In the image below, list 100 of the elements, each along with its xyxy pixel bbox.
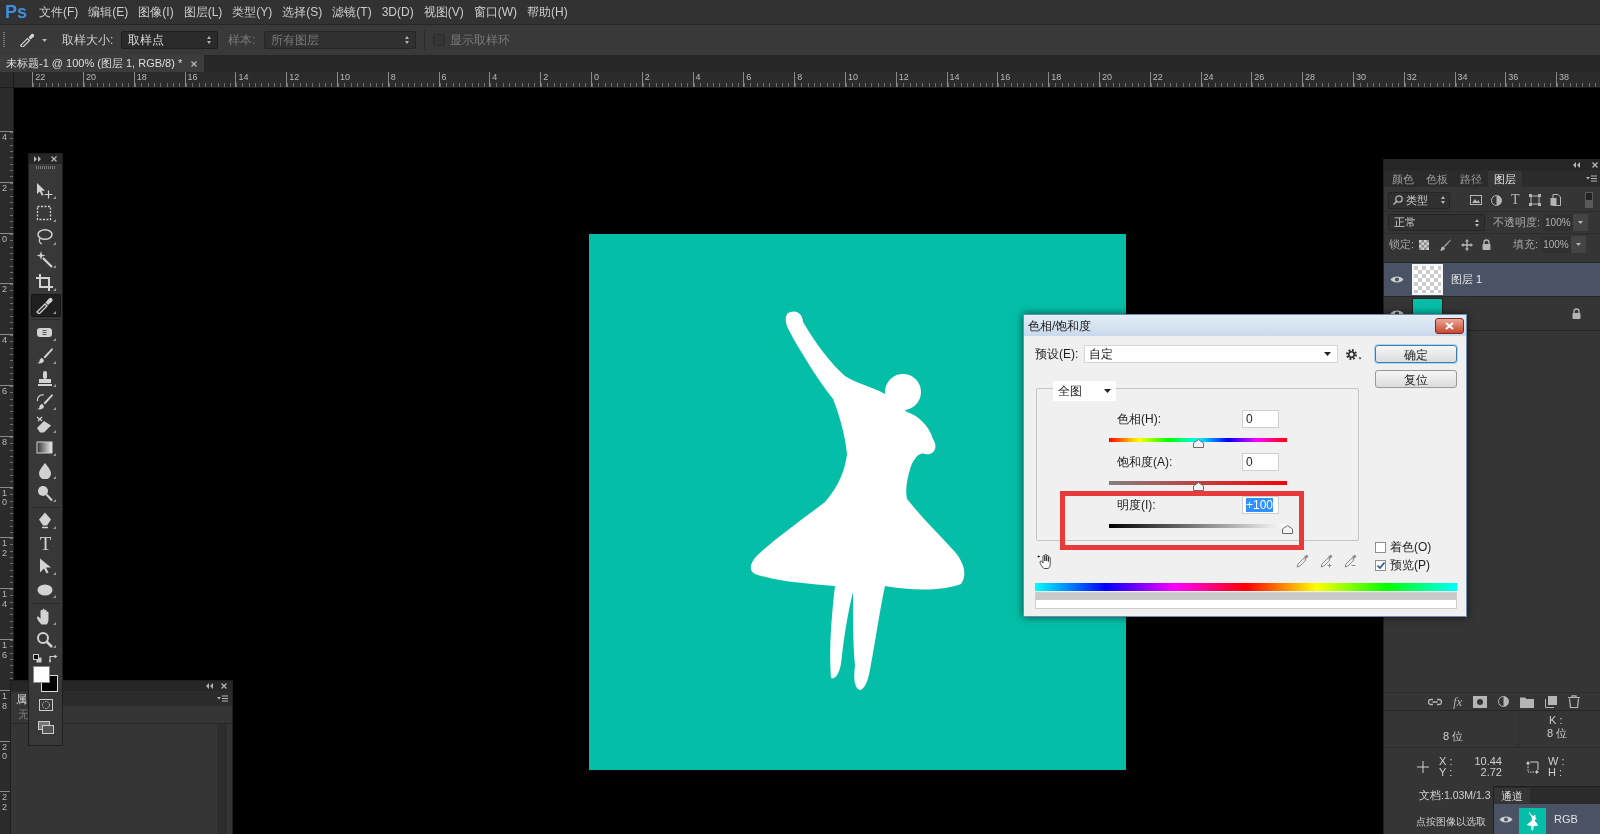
value-field[interactable]: 0 xyxy=(1242,453,1279,471)
close-icon[interactable] xyxy=(191,60,198,67)
panel-menu-icon[interactable] xyxy=(1586,175,1597,182)
dialog-button[interactable]: 复位 xyxy=(1375,370,1457,388)
checkerboard-icon[interactable] xyxy=(1419,239,1430,250)
tool-button[interactable]: T xyxy=(30,532,61,555)
type-filter-button[interactable]: T xyxy=(1511,193,1520,207)
panel-menu-icon[interactable] xyxy=(217,695,228,702)
collapse-icon[interactable] xyxy=(1573,161,1580,168)
menu-item[interactable]: 选择(S) xyxy=(277,0,328,24)
dropdown-button[interactable] xyxy=(1571,236,1587,253)
gear-icon[interactable] xyxy=(1346,348,1362,360)
tool-button[interactable] xyxy=(30,294,61,317)
slider-thumb[interactable] xyxy=(1281,525,1293,534)
ruler-number: 8 xyxy=(2,437,8,448)
dropdown-button[interactable] xyxy=(1573,214,1589,231)
panel-tab[interactable]: 颜色 xyxy=(1386,171,1420,187)
collapse-icon[interactable] xyxy=(206,683,213,689)
fx-button[interactable]: fx xyxy=(1453,695,1462,708)
eyedropper-minus-icon[interactable] xyxy=(1344,554,1357,568)
new-layer-icon[interactable] xyxy=(1545,695,1557,708)
ruler-number: 2 xyxy=(542,72,549,82)
sample-size-dropdown[interactable]: 取样点 xyxy=(121,31,219,49)
preset-dropdown[interactable]: 自定 xyxy=(1084,345,1338,363)
trash-icon[interactable] xyxy=(1568,695,1580,708)
close-icon xyxy=(1445,321,1454,330)
ruler-number: 0 xyxy=(2,234,8,245)
layer-name: 图层 1 xyxy=(1451,272,1483,288)
menu-item[interactable]: 视图(V) xyxy=(418,0,469,24)
ruler-number: 12 xyxy=(288,72,300,82)
foreground-color-swatch[interactable] xyxy=(32,666,50,683)
slider-thumb[interactable] xyxy=(1192,482,1204,491)
document-stack-icon[interactable] xyxy=(1549,194,1561,206)
sample-size-label: 取样大小: xyxy=(62,32,114,49)
panel-tab[interactable]: 属 xyxy=(11,692,27,706)
menu-item[interactable]: 图层(L) xyxy=(178,0,228,24)
swap-arrow-icon[interactable] xyxy=(49,653,58,663)
lasso-icon xyxy=(35,228,56,245)
value-field[interactable]: 0 xyxy=(1242,410,1279,428)
ruler-number: 4 xyxy=(2,336,8,347)
status-hint: 点按图像以选取 xyxy=(1416,816,1486,828)
eraser-icon xyxy=(35,416,56,433)
menu-item[interactable]: 帮助(H) xyxy=(522,0,573,24)
menu-item[interactable]: 滤镜(T) xyxy=(327,0,377,24)
ruler-number: 4 xyxy=(694,72,701,82)
ruler-number: 24 xyxy=(1202,72,1214,82)
channel-row[interactable]: RGB xyxy=(1494,804,1600,834)
slider-thumb[interactable] xyxy=(1192,439,1204,448)
ruler-number: 12 xyxy=(2,539,8,560)
blend-mode-dropdown[interactable]: 正常 xyxy=(1388,214,1485,231)
menu-item[interactable]: 类型(Y) xyxy=(227,0,278,24)
menu-item[interactable]: 编辑(E) xyxy=(83,0,134,24)
panel-tab[interactable]: 图层 xyxy=(1488,171,1522,187)
sample-label: 样本: xyxy=(228,32,256,49)
menu-item[interactable]: 3D(D) xyxy=(376,0,419,24)
fill-field[interactable]: 100% xyxy=(1541,236,1572,253)
checkbox[interactable] xyxy=(1375,541,1386,553)
transform-square-icon[interactable] xyxy=(1528,194,1541,206)
up-down-arrows-icon xyxy=(207,36,212,44)
info-value: 8 位 xyxy=(1443,730,1464,742)
close-button[interactable] xyxy=(1435,317,1464,334)
ruler-number: 34 xyxy=(1456,72,1468,82)
close-icon[interactable] xyxy=(51,156,57,162)
close-icon[interactable] xyxy=(221,683,227,689)
menu-item[interactable]: 文件(F) xyxy=(34,0,84,24)
filter-toggle[interactable] xyxy=(1585,192,1593,208)
layer-filter-dropdown[interactable]: 类型 xyxy=(1388,191,1450,209)
image-icon[interactable] xyxy=(1470,195,1482,205)
close-icon[interactable] xyxy=(1592,161,1598,168)
eyedropper-plus-icon[interactable] xyxy=(1320,554,1333,568)
layer-row[interactable]: 图层 1 xyxy=(1384,263,1600,297)
expand-icon[interactable] xyxy=(34,156,41,162)
eyedropper-icon[interactable] xyxy=(20,33,34,47)
menu-item[interactable]: 图像(I) xyxy=(133,0,179,24)
ruler-number: 8 xyxy=(389,72,396,82)
half-filled-circle-icon[interactable] xyxy=(1491,194,1502,206)
opacity-field[interactable]: 100% xyxy=(1543,214,1574,231)
hand-icon[interactable] xyxy=(1037,553,1053,569)
dashed-rectangle-icon xyxy=(35,205,56,222)
half-filled-circle-icon[interactable] xyxy=(1498,696,1509,707)
magic-wand-icon xyxy=(35,251,56,268)
panel-tab[interactable]: 路径 xyxy=(1454,171,1488,187)
mask-icon[interactable] xyxy=(1473,695,1487,708)
folder-icon[interactable] xyxy=(1520,695,1534,708)
move-arrows-icon[interactable] xyxy=(1461,238,1474,251)
document-tab[interactable]: 未标题-1 @ 100% (图层 1, RGB/8) * xyxy=(0,55,205,72)
panel-tab[interactable]: 通道 xyxy=(1494,788,1530,804)
checkbox[interactable] xyxy=(1375,559,1386,571)
brush-icon[interactable] xyxy=(1439,238,1452,251)
default-colors-icon[interactable] xyxy=(33,653,42,663)
channel-dropdown[interactable]: 全图 xyxy=(1053,381,1116,401)
ruler-number: 16 xyxy=(2,640,8,661)
padlock-icon[interactable] xyxy=(1482,239,1492,250)
caret-icon[interactable] xyxy=(42,38,47,42)
stacked-windows-icon[interactable] xyxy=(37,721,54,734)
ruler-number: 20 xyxy=(85,72,96,82)
menu-item[interactable]: 窗口(W) xyxy=(468,0,522,24)
dialog-button[interactable]: 确定 xyxy=(1375,345,1457,363)
circle-in-square-icon[interactable] xyxy=(38,699,53,711)
panel-tab[interactable]: 色板 xyxy=(1420,171,1454,187)
